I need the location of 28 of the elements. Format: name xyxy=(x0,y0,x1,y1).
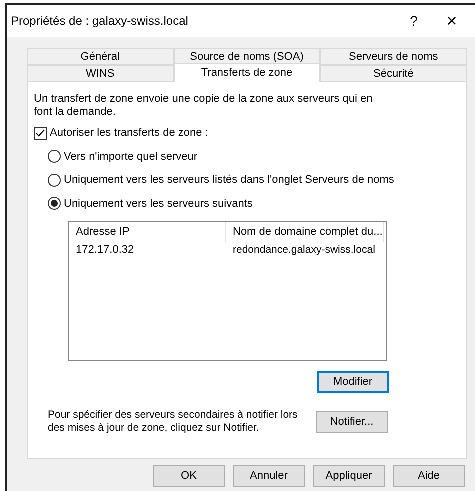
radio-button[interactable] xyxy=(48,197,61,210)
help-button[interactable]: ? xyxy=(399,10,429,32)
tab[interactable]: WINS xyxy=(27,65,174,82)
table-cell-text: redondance.galaxy-swiss.local xyxy=(232,242,376,258)
radio-label: Uniquement vers les serveurs listés dans l'onglet Serveurs de noms xyxy=(64,173,394,188)
radio-label: Vers n'importe quel serveur xyxy=(64,150,198,164)
column-header[interactable]: Adresse IP xyxy=(69,222,226,242)
modify-button[interactable]: Modifier xyxy=(317,371,389,393)
radio-button[interactable] xyxy=(48,174,61,187)
dialog-button[interactable]: Appliquer xyxy=(313,465,385,487)
window-title: Propriétés de : galaxy-swiss.local xyxy=(11,13,190,30)
description-text: Un transfert de zone envoie une copie de la zone aux serveurs qui en font la demande. xyxy=(34,93,374,119)
close-button[interactable]: × xyxy=(429,8,475,34)
dialog-button[interactable]: Aide xyxy=(393,465,465,487)
checkbox-label: Autoriser les transferts de zone : xyxy=(50,126,208,141)
radio-button[interactable] xyxy=(48,150,61,164)
tab[interactable]: Général xyxy=(27,48,174,65)
radio-label: Uniquement vers les serveurs suivants xyxy=(64,196,253,212)
column-header[interactable]: Nom de domaine complet du... xyxy=(226,222,384,242)
notify-button[interactable]: Notifier... xyxy=(316,411,388,433)
tab[interactable]: Serveurs de noms xyxy=(320,48,468,65)
tab[interactable]: Sécurité xyxy=(320,65,468,82)
checkbox[interactable] xyxy=(34,126,47,140)
notify-text: Pour spécifier des serveurs secondaires à notifier lors des mises à jour de zone, cliquez sur Notifier. xyxy=(48,409,299,435)
tab[interactable]: Transferts de zone xyxy=(174,63,320,82)
dialog-button[interactable]: OK xyxy=(153,465,225,487)
dialog-button[interactable]: Annuler xyxy=(233,465,305,487)
table-cell-text: 172.17.0.32 xyxy=(75,243,136,258)
